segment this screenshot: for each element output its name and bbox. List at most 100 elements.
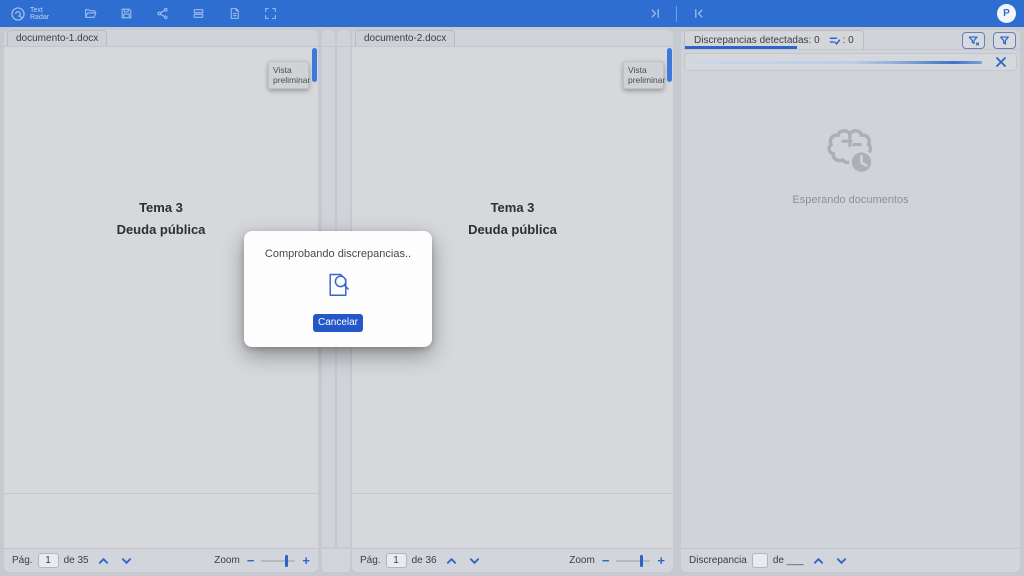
skip-start-icon [692,7,705,20]
document-tabrow: documento-1.docx [4,30,318,47]
share-icon [156,7,169,20]
filter-button[interactable] [993,32,1016,49]
share-button[interactable] [155,7,169,21]
page-down-button[interactable] [467,554,483,568]
dialog-title: Comprobando discrepancias.. [244,248,432,260]
discrepancies-tab[interactable]: Discrepancias detectadas: 0 : 0 [684,30,864,49]
accepted-counter: : 0 [829,35,854,46]
collapse-right-button[interactable] [648,7,662,21]
page-total: de 35 [64,555,89,566]
sidebar-tabrow: Discrepancias detectadas: 0 : 0 [681,30,1020,50]
gutter-footer [322,549,350,572]
preview-badge-line2: preliminar [628,75,659,85]
zoom-label: Zoom [569,555,595,566]
cancel-button[interactable]: Cancelar [313,314,363,332]
zoom-label: Zoom [214,555,240,566]
save-button[interactable] [119,7,133,21]
chevron-up-icon [813,557,824,565]
radar-logo-icon [10,6,26,22]
zoom-controls: Zoom − + [214,555,310,567]
discrepancy-up-button[interactable] [810,554,826,568]
panel-collapse-controls [648,0,705,27]
comparison-progress-bar [684,53,1017,71]
page-up-button[interactable] [96,554,112,568]
progress-indicator [693,61,982,64]
fullscreen-button[interactable] [263,7,277,21]
toolbar-actions [83,7,277,21]
cancel-progress-button[interactable] [994,55,1008,69]
filter-icon [999,35,1010,46]
discrepancy-number-input[interactable] [752,553,768,568]
zoom-slider[interactable] [616,555,650,567]
empty-state: Esperando documentos [681,126,1020,206]
skip-end-icon [649,7,662,20]
page-number-input[interactable] [386,553,407,568]
discrepancy-nav-label: Discrepancia [689,555,747,566]
discrepancy-down-button[interactable] [833,554,849,568]
zoom-in-button[interactable]: + [657,556,665,566]
doc-heading: Tema 3 [4,200,318,215]
app-logo: Text Radar [10,6,49,22]
split-view-button[interactable] [191,7,205,21]
save-icon [120,7,133,20]
empty-state-text: Esperando documentos [681,194,1020,206]
document-button[interactable] [227,7,241,21]
zoom-slider-track [616,560,650,562]
preview-badge-line1: Vista [273,65,304,75]
zoom-in-button[interactable]: + [302,556,310,566]
page-down-button[interactable] [119,554,135,568]
zoom-out-button[interactable]: − [602,556,610,566]
pane-bottom-bar: Pág. de 36 Zoom − + [352,548,673,572]
document-tabrow: documento-2.docx [352,30,673,47]
top-toolbar: Text Radar P [0,0,1024,27]
zoom-slider-thumb[interactable] [285,555,288,567]
document-search-icon [325,271,351,299]
chevron-down-icon [469,557,480,565]
zoom-slider[interactable] [261,555,295,567]
chevron-down-icon [836,557,847,565]
zoom-out-button[interactable]: − [247,556,255,566]
clear-filter-button[interactable] [962,32,985,49]
doc-heading: Tema 3 [352,200,673,215]
filter-off-icon [968,35,979,46]
preview-badge-line2: preliminar [273,75,304,85]
collapse-left-button[interactable] [691,7,705,21]
document-tab[interactable]: documento-2.docx [355,30,455,46]
checklist-icon [829,35,841,46]
vertical-scrollbar-thumb[interactable] [667,48,672,82]
page-up-button[interactable] [444,554,460,568]
active-tab-underline [685,46,797,49]
page-number-input[interactable] [38,553,59,568]
zoom-controls: Zoom − + [569,555,665,567]
page-boundary [352,493,673,494]
discrepancies-sidebar: Discrepancias detectadas: 0 : 0 Espera [681,30,1020,572]
toolbar-divider [676,6,677,22]
document-tab[interactable]: documento-1.docx [7,30,107,46]
chevron-up-icon [98,557,109,565]
zoom-slider-thumb[interactable] [640,555,643,567]
preview-badge-line1: Vista [628,65,659,75]
fullscreen-icon [264,7,277,20]
preview-mode-badge[interactable]: Vista preliminar [268,61,309,89]
pane-bottom-bar: Pág. de 35 Zoom − + [4,548,318,572]
discrepancy-total: de ___ [773,555,804,566]
document-icon [228,7,241,20]
checking-discrepancies-dialog: Comprobando discrepancias.. Cancelar [244,231,432,347]
open-file-button[interactable] [83,7,97,21]
app-name: Text Radar [30,7,49,21]
user-avatar[interactable]: P [997,4,1016,23]
gutter-header [322,30,335,47]
gutter-header [337,30,350,47]
page-label: Pág. [12,555,33,566]
page-total: de 36 [412,555,437,566]
sidebar-bottom-bar: Discrepancia de ___ [681,548,1020,572]
zoom-slider-track [261,560,295,562]
sidebar-actions [962,32,1016,49]
accepted-count-label: : 0 [843,35,854,46]
chevron-up-icon [446,557,457,565]
chevron-down-icon [121,557,132,565]
close-icon [996,57,1006,67]
folder-open-icon [84,7,97,20]
preview-mode-badge[interactable]: Vista preliminar [623,61,664,89]
vertical-scrollbar-thumb[interactable] [312,48,317,82]
